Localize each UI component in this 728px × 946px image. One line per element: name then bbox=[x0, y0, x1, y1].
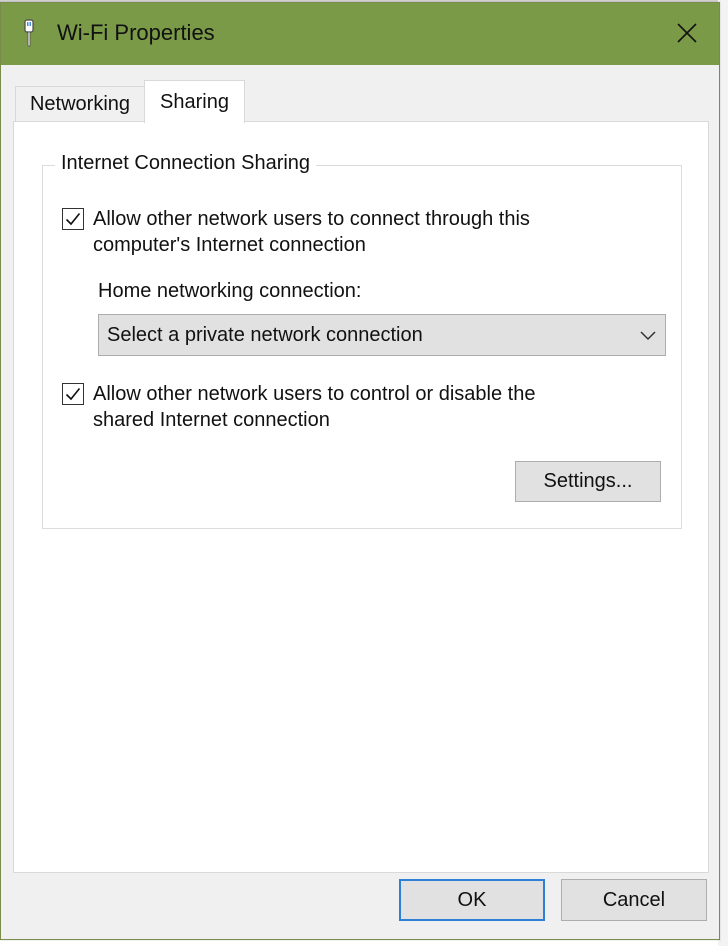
window-title: Wi-Fi Properties bbox=[57, 20, 215, 45]
tab-sharing-label: Sharing bbox=[160, 90, 229, 113]
internet-connection-sharing-group: Internet Connection Sharing Allow other … bbox=[42, 152, 682, 529]
allow-connect-checkbox[interactable] bbox=[62, 208, 84, 230]
group-title: Internet Connection Sharing bbox=[55, 152, 317, 175]
allow-control-label-line1: Allow other network users to control or … bbox=[93, 383, 536, 405]
checkmark-icon bbox=[65, 387, 81, 401]
tab-sharing[interactable]: Sharing bbox=[144, 80, 245, 123]
allow-control-option[interactable]: Allow other network users to control or … bbox=[62, 381, 613, 433]
dropdown-selected-value: Select a private network connection bbox=[107, 323, 423, 346]
home-networking-connection-dropdown[interactable]: Select a private network connection bbox=[98, 314, 666, 356]
settings-button[interactable]: Settings... bbox=[515, 461, 661, 502]
cancel-button-label: Cancel bbox=[602, 888, 666, 911]
network-adapter-icon bbox=[21, 19, 37, 49]
tab-networking-label: Networking bbox=[29, 93, 131, 115]
allow-connect-label-line2: computer's Internet connection bbox=[93, 234, 366, 256]
allow-connect-label-line1: Allow other network users to connect thr… bbox=[93, 208, 530, 230]
home-networking-connection-label: Home networking connection: bbox=[98, 280, 362, 302]
chevron-down-icon bbox=[631, 315, 665, 355]
allow-control-label: Allow other network users to control or … bbox=[93, 381, 613, 433]
allow-connect-option[interactable]: Allow other network users to connect thr… bbox=[62, 206, 613, 258]
settings-button-label: Settings... bbox=[543, 470, 633, 492]
ok-button[interactable]: OK bbox=[399, 879, 545, 921]
screen: Wi-Fi Properties Networking Sharing Inte… bbox=[0, 0, 728, 946]
allow-connect-label: Allow other network users to connect thr… bbox=[93, 206, 613, 258]
close-icon bbox=[676, 22, 698, 49]
allow-control-label-line2: shared Internet connection bbox=[93, 409, 330, 431]
sharing-tab-page: Internet Connection Sharing Allow other … bbox=[13, 121, 709, 873]
allow-control-checkbox[interactable] bbox=[62, 383, 84, 405]
ok-button-label: OK bbox=[457, 888, 487, 911]
checkmark-icon bbox=[65, 212, 81, 226]
close-button[interactable] bbox=[665, 13, 709, 57]
title-bar[interactable]: Wi-Fi Properties bbox=[1, 3, 719, 65]
cancel-button[interactable]: Cancel bbox=[561, 879, 707, 921]
wifi-properties-dialog: Wi-Fi Properties Networking Sharing Inte… bbox=[0, 2, 720, 940]
tab-networking[interactable]: Networking bbox=[15, 86, 145, 122]
